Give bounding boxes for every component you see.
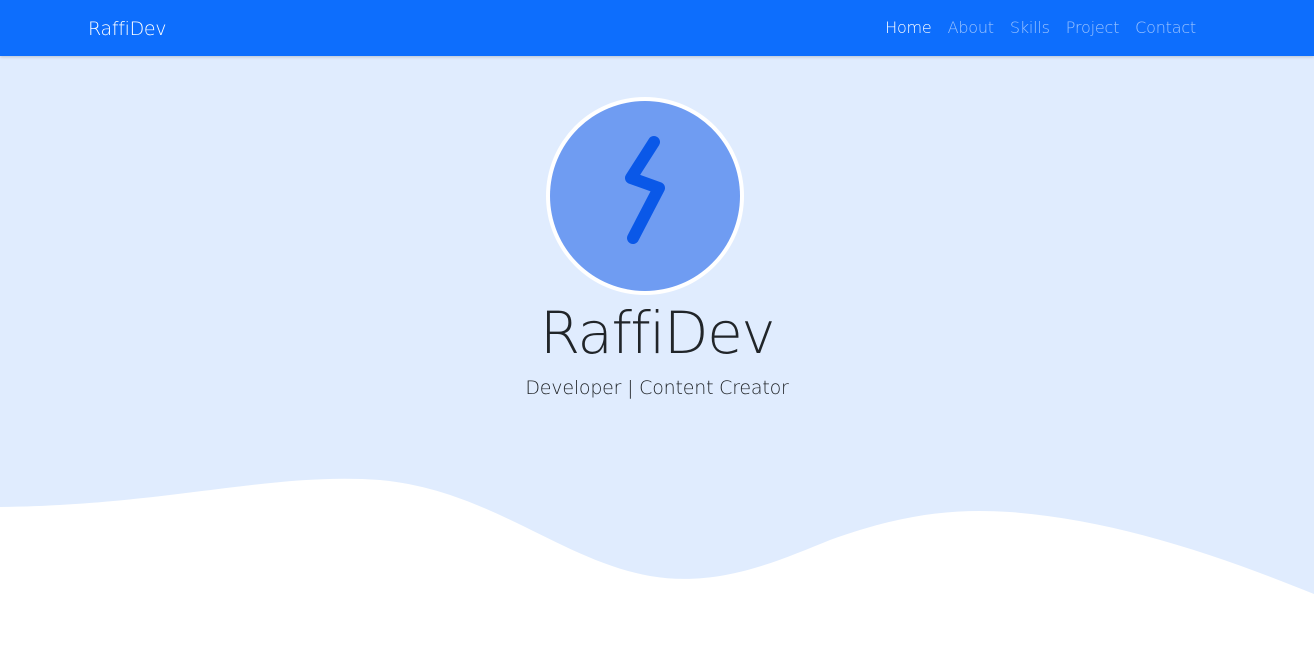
nav-link-contact[interactable]: Contact [1135,18,1196,37]
nav-link-home[interactable]: Home [885,18,932,37]
nav-link-project[interactable]: Project [1066,18,1120,37]
avatar[interactable] [546,97,744,295]
brand-logo-link[interactable]: RaffiDev [88,17,167,41]
hero-title: RaffiDev [539,299,776,367]
nav-link-skills[interactable]: Skills [1010,18,1050,37]
nav-links: Home About Skills Project Contact [885,18,1196,38]
navbar: RaffiDev Home About Skills Project Conta… [0,0,1314,56]
nav-link-about[interactable]: About [948,18,995,37]
lightning-bolt-icon [605,134,685,259]
hero-subtitle: Developer | Content Creator [525,377,789,399]
